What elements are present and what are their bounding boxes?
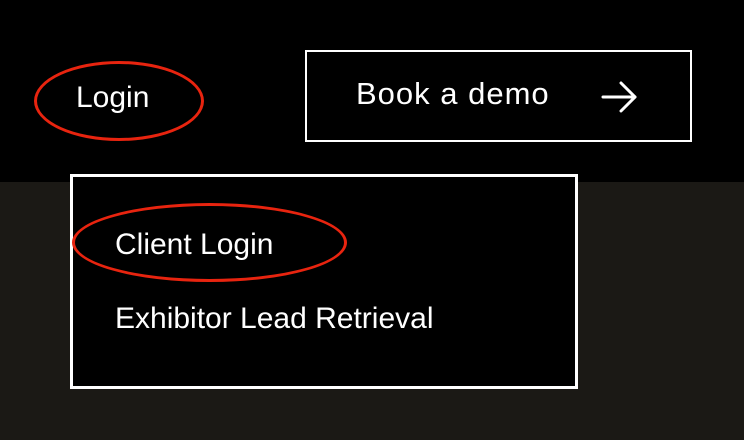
book-demo-button[interactable]: Book a demo	[305, 50, 692, 142]
menu-item-client-login[interactable]: Client Login	[115, 225, 273, 265]
arrow-right-icon	[601, 81, 637, 113]
book-demo-label: Book a demo	[356, 76, 550, 111]
menu-item-exhibitor-lead-retrieval[interactable]: Exhibitor Lead Retrieval	[115, 299, 434, 339]
login-dropdown-menu: Client Login Exhibitor Lead Retrieval	[70, 174, 578, 389]
login-link[interactable]: Login	[76, 78, 149, 118]
site-header: Login Book a demo	[0, 0, 744, 182]
